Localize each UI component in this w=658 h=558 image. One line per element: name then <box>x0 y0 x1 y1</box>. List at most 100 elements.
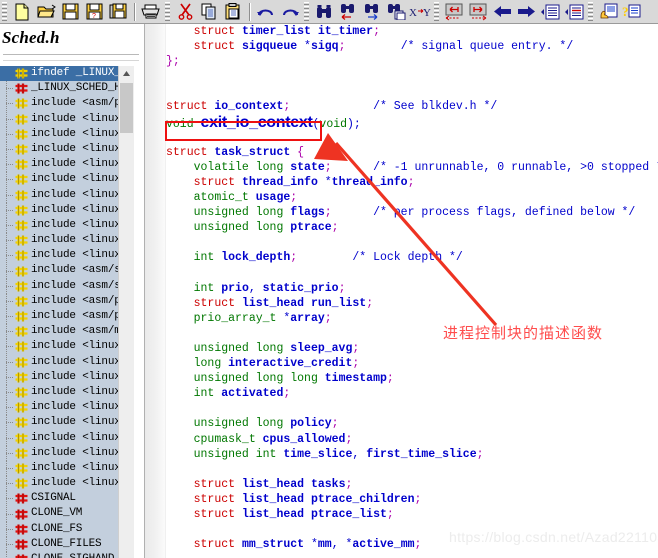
symbol-row[interactable]: include <linux <box>0 460 118 476</box>
toolbar-grip-help[interactable] <box>588 1 593 22</box>
symbol-row[interactable]: include <linux <box>0 126 118 142</box>
indent-left-icon[interactable] <box>538 1 562 23</box>
forward-arrow-icon[interactable] <box>514 1 538 23</box>
symbol-row[interactable]: include <asm/p <box>0 96 118 112</box>
symbol-label: include <linux <box>31 218 118 231</box>
symbol-row[interactable]: include <linux <box>0 400 118 416</box>
back-arrow-icon[interactable] <box>490 1 514 23</box>
replace-xy-icon[interactable]: X Y <box>408 1 432 23</box>
symbol-label: CLONE_FS <box>31 522 83 535</box>
define-red-hash-icon <box>15 524 28 535</box>
symbol-row[interactable]: include <asm/s <box>0 263 118 279</box>
svg-text:?: ? <box>92 13 96 20</box>
preprocessor-yellow-hash-icon <box>15 190 28 201</box>
question-help-icon[interactable]: ? <box>620 1 644 23</box>
symbol-row[interactable]: include <linux <box>0 476 118 492</box>
preprocessor-yellow-hash-icon <box>15 250 28 261</box>
find-next-icon[interactable] <box>360 1 384 23</box>
printer-icon[interactable] <box>139 1 163 23</box>
symbol-label: include <linux <box>31 370 118 383</box>
symbol-row[interactable]: include <linux <box>0 430 118 446</box>
copy-icon[interactable] <box>197 1 221 23</box>
paste-icon[interactable] <box>221 1 245 23</box>
symbol-row[interactable]: include <linux <box>0 217 118 233</box>
toolbar-grip-edit[interactable] <box>165 1 170 22</box>
toolbar-grip-search[interactable] <box>304 1 309 22</box>
symbol-row[interactable]: include <asm/p <box>0 293 118 309</box>
symbol-row[interactable]: include <linux <box>0 445 118 461</box>
symbol-label: include <asm/s <box>31 279 118 292</box>
symbol-row[interactable]: CLONE_FS <box>0 521 118 537</box>
indent-right-icon[interactable] <box>562 1 586 23</box>
save-all-icon[interactable] <box>106 1 130 23</box>
symbol-list-scrollbar[interactable] <box>118 66 135 558</box>
symbol-row[interactable]: CLONE_SIGHAND <box>0 552 118 558</box>
tree-connector-icon <box>2 415 15 431</box>
symbol-row[interactable]: include <linux <box>0 354 118 370</box>
symbol-row[interactable]: CLONE_FILES <box>0 536 118 552</box>
preprocessor-yellow-hash-icon <box>15 387 28 398</box>
toolbar-grip-nav[interactable] <box>434 1 439 22</box>
save-as-icon[interactable]: ? <box>82 1 106 23</box>
svg-text:X: X <box>409 7 417 19</box>
preprocessor-yellow-hash-icon <box>15 159 28 170</box>
code-line: unsigned long long timestamp; <box>193 372 394 386</box>
scrollbar-thumb[interactable] <box>120 83 133 133</box>
code-editor[interactable]: struct timer_list it_timer; struct sigqu… <box>145 24 658 558</box>
new-file-icon[interactable] <box>10 1 34 23</box>
find-previous-icon[interactable] <box>336 1 360 23</box>
symbol-label: CLONE_VM <box>31 507 83 520</box>
preprocessor-yellow-hash-icon <box>15 372 28 383</box>
symbol-row[interactable]: CLONE_VM <box>0 506 118 522</box>
tree-connector-icon <box>2 445 15 461</box>
symbol-row[interactable]: include <linux <box>0 202 118 218</box>
symbol-row[interactable]: include <linux <box>0 187 118 203</box>
symbol-row[interactable]: include <linux <box>0 415 118 431</box>
toolbar-divider <box>134 2 135 21</box>
tree-connector-icon <box>2 430 15 446</box>
preprocessor-yellow-hash-icon <box>15 266 28 277</box>
jump-left-bracket-icon[interactable] <box>442 1 466 23</box>
tree-connector-icon <box>2 142 15 158</box>
symbol-row[interactable]: CSIGNAL <box>0 491 118 507</box>
symbol-row[interactable]: include <linux <box>0 339 118 355</box>
code-text[interactable]: struct timer_list it_timer; struct sigqu… <box>166 24 658 558</box>
scroll-up-icon[interactable] <box>119 66 134 81</box>
svg-text:Y: Y <box>423 7 431 19</box>
preprocessor-yellow-hash-icon <box>15 281 28 292</box>
redo-arrow-icon[interactable] <box>278 1 302 23</box>
cut-scissors-icon[interactable] <box>173 1 197 23</box>
symbol-label: include <linux <box>31 355 118 368</box>
symbol-row[interactable]: include <linux <box>0 142 118 158</box>
define-red-hash-icon <box>15 493 28 504</box>
context-help-hand-icon[interactable] <box>596 1 620 23</box>
open-folder-icon[interactable] <box>34 1 58 23</box>
symbol-row[interactable]: include <linux <box>0 157 118 173</box>
symbol-row[interactable]: include <linux <box>0 233 118 249</box>
symbol-row[interactable]: include <linux <box>0 369 118 385</box>
symbol-row[interactable]: include <asm/s <box>0 278 118 294</box>
symbol-list[interactable]: ifndef _LINUX_SCH _LINUX_SCHED_Hinclude <… <box>0 66 118 558</box>
undo-arrow-icon[interactable] <box>254 1 278 23</box>
save-icon[interactable] <box>58 1 82 23</box>
find-in-files-icon[interactable] <box>384 1 408 23</box>
symbol-row[interactable]: include <linux <box>0 385 118 401</box>
symbol-row[interactable]: include <linux <box>0 248 118 264</box>
main-toolbar: ? X Y ? <box>0 0 658 24</box>
code-line: struct io_context; /* See blkdev.h */ <box>166 100 498 114</box>
symbol-label: CLONE_FILES <box>31 537 102 550</box>
toolbar-grip-file[interactable] <box>2 1 7 22</box>
preprocessor-yellow-hash-icon <box>15 296 28 307</box>
symbol-row[interactable]: include <linux <box>0 172 118 188</box>
tree-connector-icon <box>2 536 15 552</box>
binoculars-find-icon[interactable] <box>312 1 336 23</box>
symbol-row[interactable]: ifndef _LINUX_SCH <box>0 66 118 82</box>
symbol-row[interactable]: _LINUX_SCHED_H <box>0 81 118 97</box>
jump-right-bracket-icon[interactable] <box>466 1 490 23</box>
tree-connector-icon <box>2 187 15 203</box>
symbol-row[interactable]: include <asm/p <box>0 309 118 325</box>
symbol-label: include <linux <box>31 173 118 186</box>
symbol-row[interactable]: include <linux <box>0 111 118 127</box>
symbol-row[interactable]: include <asm/m <box>0 324 118 340</box>
